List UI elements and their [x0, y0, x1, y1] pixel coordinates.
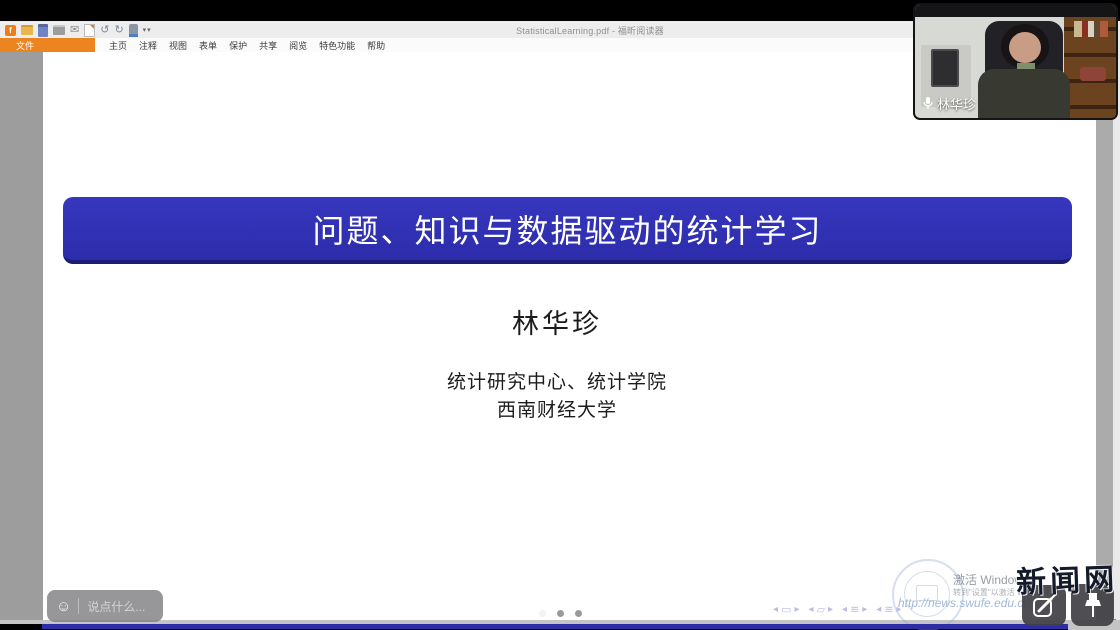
speaker-face: [1009, 32, 1041, 63]
bottom-blue-bar: [42, 624, 1068, 629]
quick-access-toolbar: f ✉ ↺ ↻ ▾▾: [5, 23, 152, 37]
speaker-name: 林华珍: [937, 94, 976, 113]
undo-icon[interactable]: ↺: [100, 25, 109, 36]
rect-icon[interactable]: ▭: [781, 603, 791, 616]
slide-title-banner: 问题、知识与数据驱动的统计学习: [63, 197, 1072, 264]
slide-affiliation-1: 统计研究中心、统计学院: [157, 367, 957, 394]
page-dot-active[interactable]: [539, 610, 546, 617]
toolbar-dropdown-icon[interactable]: ▾▾: [143, 26, 152, 34]
emoji-icon[interactable]: ☺: [56, 599, 71, 614]
nav-group-page[interactable]: ◂ ▭ ▸: [773, 603, 799, 616]
scrollbar[interactable]: [1096, 52, 1113, 620]
tab-form[interactable]: 表单: [199, 39, 217, 52]
slide-affiliation-2: 西南财经大学: [157, 395, 957, 422]
next-icon[interactable]: ▸: [828, 604, 833, 615]
tab-read[interactable]: 阅览: [289, 39, 307, 52]
nav-group-shape[interactable]: ◂ ▱ ▸: [808, 603, 833, 616]
next-icon[interactable]: ▸: [862, 604, 867, 615]
tab-share[interactable]: 共享: [259, 39, 277, 52]
microphone-icon: [923, 97, 933, 110]
open-file-icon[interactable]: [21, 25, 33, 35]
slide-dots: [539, 610, 582, 617]
redo-icon[interactable]: ↻: [114, 25, 123, 36]
webcam-video[interactable]: 林华珍: [913, 3, 1118, 120]
tab-protect[interactable]: 保护: [229, 39, 247, 52]
next-icon[interactable]: ▸: [794, 604, 799, 615]
shelf-item: [1080, 67, 1106, 81]
document-title: StatisticalLearning.pdf - 福昕阅读器: [400, 24, 780, 37]
save-icon[interactable]: [38, 24, 48, 37]
tab-help[interactable]: 帮助: [367, 39, 385, 52]
app-logo-icon[interactable]: f: [5, 25, 16, 36]
prev-icon[interactable]: ◂: [842, 604, 847, 615]
device: [931, 49, 959, 87]
tab-view[interactable]: 视图: [169, 39, 187, 52]
hand-tool-icon[interactable]: [129, 24, 138, 37]
tab-comment[interactable]: 注释: [139, 39, 157, 52]
tab-file[interactable]: 文件: [0, 38, 95, 52]
video-top-shadow: [915, 5, 1116, 17]
tab-features[interactable]: 特色功能: [319, 39, 355, 52]
slide-title: 问题、知识与数据驱动的统计学习: [312, 206, 822, 252]
page-dot[interactable]: [557, 610, 564, 617]
tab-home[interactable]: 主页: [109, 39, 127, 52]
page-dot[interactable]: [575, 610, 582, 617]
wave-icon[interactable]: ≋: [884, 603, 893, 616]
news-brand-watermark: 新闻网: [1015, 554, 1120, 602]
chat-divider: [78, 598, 79, 614]
print-icon[interactable]: [53, 25, 65, 35]
screen: f ✉ ↺ ↻ ▾▾ StatisticalLearning.pdf - 福昕阅…: [0, 0, 1120, 630]
news-url-watermark: http://news.swufe.edu.cn: [898, 596, 1030, 610]
page-nav-controls: ◂ ▭ ▸ ◂ ▱ ▸ ◂ ≋ ▸ ◂ ≋ ▸: [773, 603, 902, 616]
shape-icon[interactable]: ▱: [817, 603, 825, 616]
nav-group-scroll-1[interactable]: ◂ ≋ ▸: [842, 603, 867, 616]
email-icon[interactable]: ✉: [70, 25, 79, 36]
books: [1074, 21, 1108, 37]
prev-icon[interactable]: ◂: [773, 604, 778, 615]
slide-author: 林华珍: [157, 302, 957, 341]
wave-icon[interactable]: ≋: [850, 603, 859, 616]
speaker-nameplate: 林华珍: [923, 94, 976, 113]
prev-icon[interactable]: ◂: [876, 604, 881, 615]
snapshot-icon[interactable]: [84, 24, 95, 37]
left-panel-strip: [0, 52, 43, 620]
prev-icon[interactable]: ◂: [808, 604, 813, 615]
chat-input[interactable]: ☺ 说点什么...: [47, 590, 163, 622]
speaker-body: [978, 69, 1070, 118]
chat-placeholder: 说点什么...: [87, 598, 145, 615]
